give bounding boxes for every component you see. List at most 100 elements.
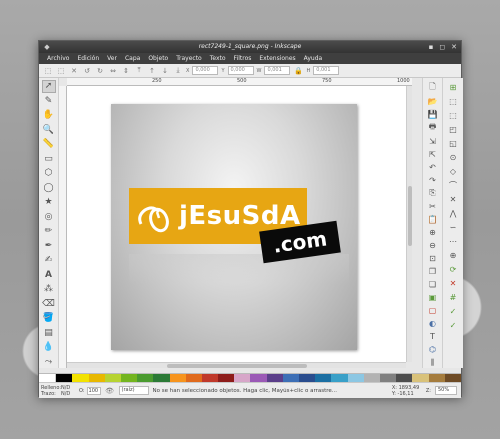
snap-guide-icon[interactable]: ✓ [447,306,459,317]
snap-rotation-center-icon[interactable]: ⟳ [447,264,459,275]
snap-bbox-corner-icon[interactable]: ◰ [447,124,459,135]
y-field[interactable]: 0,000 [227,66,254,75]
menu-extensiones[interactable]: Extensiones [255,53,299,64]
calligraphy-tool-icon[interactable]: ✍ [42,254,56,267]
zoom-selection-icon[interactable]: ⊕ [427,227,439,237]
gradient-tool-icon[interactable]: ▤ [42,327,56,340]
lower-icon[interactable]: ↓ [160,66,170,76]
menu-capa[interactable]: Capa [121,53,144,64]
snap-object-center-icon[interactable]: ⊕ [447,250,459,261]
3d-box-tool-icon[interactable]: ⬡ [42,167,56,180]
deselect-icon[interactable]: ✕ [69,66,79,76]
rectangle-tool-icon[interactable]: ▭ [42,153,56,166]
snap-toggle-icon[interactable]: ⊞ [447,82,459,93]
snap-page-icon[interactable]: ✕ [447,278,459,289]
export-icon[interactable]: ⇱ [427,149,439,159]
eraser-tool-icon[interactable]: ⌫ [42,298,56,311]
text-tool-icon[interactable]: A [42,269,56,282]
h-field[interactable]: 0,001 [313,66,340,75]
flip-horizontal-icon[interactable]: ⇔ [108,66,118,76]
menu-texto[interactable]: Texto [206,53,230,64]
menu-ayuda[interactable]: Ayuda [300,53,327,64]
pencil-tool-icon[interactable]: ✏ [42,225,56,238]
select-all-icon[interactable]: ⬚ [43,66,53,76]
select-all-layers-icon[interactable]: ⬚ [56,66,66,76]
snap-cusp-icon[interactable]: ⋀ [447,208,459,219]
maximize-icon[interactable]: ◻ [439,41,445,53]
group-icon[interactable]: ▣ [427,293,439,303]
paste-icon[interactable]: 📋 [427,214,439,224]
print-icon[interactable]: 🖶 [427,122,439,133]
flip-vertical-icon[interactable]: ⇕ [121,66,131,76]
import-icon[interactable]: ⇲ [427,136,439,146]
connector-tool-icon[interactable]: ⤳ [42,356,56,369]
menu-archivo[interactable]: Archivo [43,53,73,64]
close-icon[interactable]: ✕ [451,41,457,53]
snap-nodes-icon[interactable]: ◇ [447,166,459,177]
vscroll-thumb[interactable] [408,186,412,246]
image-artwork[interactable]: jEsuSdA .com [111,104,357,350]
ungroup-icon[interactable]: ▢ [427,306,439,316]
rotate-ccw-icon[interactable]: ↺ [82,66,92,76]
save-icon[interactable]: 💾 [427,109,439,119]
zoom-drawing-icon[interactable]: ⊖ [427,240,439,250]
menu-ver[interactable]: Ver [103,53,121,64]
opacity-field[interactable]: 100 [86,386,101,395]
measure-tool-icon[interactable]: 📏 [42,138,56,151]
xml-editor-icon[interactable]: ⌬ [427,345,439,355]
rotate-cw-icon[interactable]: ↻ [95,66,105,76]
menu-objeto[interactable]: Objeto [144,53,172,64]
bucket-tool-icon[interactable]: 🪣 [42,312,56,325]
lock-icon[interactable]: 🔒 [293,66,303,76]
star-tool-icon[interactable]: ★ [42,196,56,209]
copy-icon[interactable]: ⎘ [427,188,439,198]
lower-to-bottom-icon[interactable]: ⤓ [173,66,183,76]
align-icon[interactable]: ⫼ [427,358,439,368]
snap-path-icon[interactable]: ⌒ [447,180,459,191]
menu-edicion[interactable]: Edición [73,53,103,64]
redo-icon[interactable]: ↷ [427,175,439,185]
clone-icon[interactable]: ❏ [427,280,439,290]
snap-smooth-icon[interactable]: ∽ [447,222,459,233]
x-field[interactable]: 0,000 [192,66,219,75]
zoom-field[interactable]: 50% [435,386,457,395]
vertical-scrollbar[interactable] [406,86,412,362]
snap-center-icon[interactable]: ⊙ [447,152,459,163]
snap-midpoint-icon[interactable]: ⋯ [447,236,459,247]
minimize-icon[interactable]: ▪ [429,41,434,53]
spray-tool-icon[interactable]: ⁂ [42,283,56,296]
text-font-icon[interactable]: T [427,332,439,342]
zoom-tool-icon[interactable]: 🔍 [42,124,56,137]
dropper-tool-icon[interactable]: 💧 [42,341,56,354]
node-tool-icon[interactable]: ✎ [42,95,56,108]
stroke-value[interactable]: N/D [61,391,75,397]
layer-select[interactable]: (raíz) [118,386,149,395]
drawing-canvas[interactable]: jEsuSdA .com [67,86,406,362]
menu-trayecto[interactable]: Trayecto [172,53,206,64]
menu-filtros[interactable]: Filtros [230,53,256,64]
pen-tool-icon[interactable]: ✒ [42,240,56,253]
snap-intersection-icon[interactable]: ✕ [447,194,459,205]
snap-bbox-midpoint-icon[interactable]: ◱ [447,138,459,149]
cut-icon[interactable]: ✂ [427,201,439,211]
spiral-tool-icon[interactable]: ◎ [42,211,56,224]
horizontal-scrollbar[interactable] [67,362,406,368]
snap-check-icon[interactable]: ✓ [447,320,459,331]
raise-to-top-icon[interactable]: ⤒ [134,66,144,76]
new-document-icon[interactable]: 🗋 [427,82,439,93]
duplicate-icon[interactable]: ❐ [427,267,439,277]
w-field[interactable]: 0,001 [264,66,291,75]
undo-icon[interactable]: ↶ [427,162,439,172]
raise-icon[interactable]: ↑ [147,66,157,76]
snap-grid-icon[interactable]: # [447,292,459,303]
layer-visibility-icon[interactable]: 👁 [105,386,115,396]
tweak-tool-icon[interactable]: ✋ [42,109,56,122]
hscroll-thumb[interactable] [167,364,307,368]
ellipse-tool-icon[interactable]: ◯ [42,182,56,195]
zoom-page-icon[interactable]: ⊡ [427,254,439,264]
snap-bbox-edge-icon[interactable]: ⬚ [447,110,459,121]
snap-bbox-icon[interactable]: ⬚ [447,96,459,107]
open-icon[interactable]: 📂 [427,96,439,106]
selector-tool-icon[interactable]: ➚ [41,80,56,93]
fill-stroke-icon[interactable]: ◐ [427,319,439,329]
